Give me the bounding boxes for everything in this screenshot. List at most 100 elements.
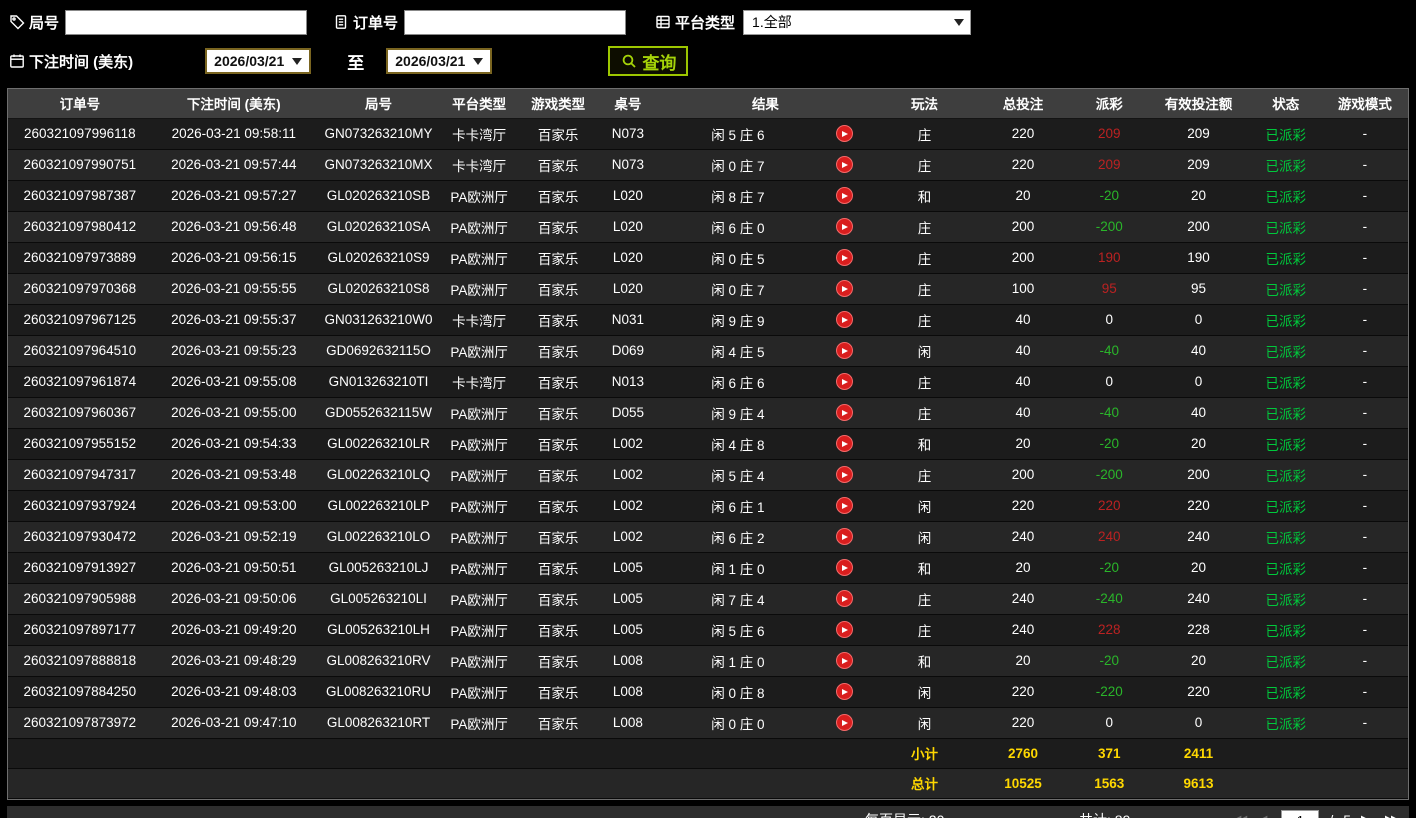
replay-button[interactable]: [835, 280, 853, 297]
table-no-cell: L020: [599, 211, 657, 243]
round-cell: GN073263210MX: [315, 149, 442, 181]
replay-button[interactable]: [835, 187, 853, 204]
replay-button[interactable]: [835, 435, 853, 452]
bet-cell: 40: [974, 366, 1072, 398]
result-text: 闲 6 庄 6: [711, 375, 765, 391]
round-filter-text: 局号: [29, 14, 60, 32]
table-row: 260321097884250 2026-03-21 09:48:03 GL0082…: [8, 676, 1408, 708]
grandtotal-row: 总计 10525 1563 9613: [8, 768, 1408, 799]
valid-cell: 95: [1147, 273, 1250, 305]
replay-button[interactable]: [835, 156, 853, 173]
bet-cell: 220: [974, 707, 1072, 739]
order-input[interactable]: [404, 9, 627, 35]
replay-button[interactable]: [835, 466, 853, 483]
round-filter-label: 局号: [8, 12, 59, 33]
status-cell: 已派彩: [1249, 676, 1322, 708]
replay-button[interactable]: [835, 497, 853, 514]
replay-button[interactable]: [835, 683, 853, 700]
last-page-icon[interactable]: ▶▶: [1385, 812, 1401, 818]
result-cell: 闲 4 庄 8: [656, 428, 875, 460]
next-page-icon[interactable]: ▶: [1361, 812, 1375, 818]
round-cell: GL002263210LQ: [315, 459, 442, 491]
valid-cell: 40: [1147, 335, 1250, 367]
page-number-input[interactable]: [1281, 810, 1320, 818]
replay-button[interactable]: [835, 559, 853, 576]
prev-page-icon[interactable]: ◀: [1257, 812, 1271, 818]
replay-button[interactable]: [835, 652, 853, 669]
bet-cell: 200: [974, 211, 1072, 243]
replay-button[interactable]: [835, 621, 853, 638]
platform-cell: PA欧洲厅: [441, 676, 518, 708]
result-cell: 闲 0 庄 8: [656, 676, 875, 708]
table-row: 260321097955152 2026-03-21 09:54:33 GL0022…: [8, 428, 1408, 460]
replay-button[interactable]: [835, 342, 853, 359]
platform-select[interactable]: 1.全部: [743, 9, 972, 35]
status-cell: 已派彩: [1249, 521, 1322, 553]
replay-button[interactable]: [835, 311, 853, 328]
table-no-cell: L002: [599, 490, 657, 522]
chevron-down-icon: [292, 57, 303, 65]
payout-cell: -40: [1071, 335, 1148, 367]
order-id-cell: 260321097973889: [8, 242, 152, 274]
order-id-cell: 260321097960367: [8, 397, 152, 429]
date-to-picker[interactable]: 2026/03/21: [386, 48, 493, 74]
round-input[interactable]: [65, 9, 308, 35]
payout-cell: -40: [1071, 397, 1148, 429]
game-cell: 百家乐: [517, 211, 600, 243]
column-header: 订单号: [8, 89, 152, 119]
valid-cell: 240: [1147, 521, 1250, 553]
replay-button[interactable]: [835, 404, 853, 421]
mode-cell: -: [1321, 552, 1408, 584]
date-from-picker[interactable]: 2026/03/21: [205, 48, 312, 74]
time-cell: 2026-03-21 09:52:19: [151, 521, 316, 553]
play-cell: 庄: [874, 459, 975, 491]
payout-cell: 209: [1071, 118, 1148, 150]
play-icon: [842, 626, 849, 633]
table-no-cell: L005: [599, 552, 657, 584]
total-count-value: 89: [1115, 812, 1131, 818]
result-cell: 闲 8 庄 7: [656, 180, 875, 212]
table-row: 260321097990751 2026-03-21 09:57:44 GN0732…: [8, 149, 1408, 181]
time-cell: 2026-03-21 09:50:51: [151, 552, 316, 584]
round-cell: GN031263210W0: [315, 304, 442, 336]
replay-button[interactable]: [835, 590, 853, 607]
replay-button[interactable]: [835, 125, 853, 142]
bet-cell: 100: [974, 273, 1072, 305]
replay-button[interactable]: [835, 249, 853, 266]
play-cell: 庄: [874, 614, 975, 646]
result-cell: 闲 0 庄 5: [656, 242, 875, 274]
first-page-icon[interactable]: ◀◀: [1231, 812, 1247, 818]
replay-button[interactable]: [835, 528, 853, 545]
round-cell: GL002263210LR: [315, 428, 442, 460]
replay-button[interactable]: [835, 218, 853, 235]
calendar-icon: [8, 53, 25, 70]
game-cell: 百家乐: [517, 242, 600, 274]
bet-cell: 40: [974, 304, 1072, 336]
table-no-cell: L002: [599, 459, 657, 491]
platform-cell: PA欧洲厅: [441, 428, 518, 460]
replay-button[interactable]: [835, 373, 853, 390]
valid-cell: 20: [1147, 180, 1250, 212]
mode-cell: -: [1321, 180, 1408, 212]
search-icon: [620, 53, 637, 70]
page-separator: /: [1329, 812, 1333, 818]
bet-cell: 20: [974, 645, 1072, 677]
play-icon: [842, 409, 849, 416]
result-text: 闲 0 庄 7: [711, 282, 765, 298]
status-cell: 已派彩: [1249, 428, 1322, 460]
replay-button[interactable]: [835, 714, 853, 731]
valid-cell: 228: [1147, 614, 1250, 646]
bet-cell: 20: [974, 552, 1072, 584]
game-cell: 百家乐: [517, 304, 600, 336]
table-no-cell: L020: [599, 180, 657, 212]
time-cell: 2026-03-21 09:55:37: [151, 304, 316, 336]
mode-cell: -: [1321, 304, 1408, 336]
time-cell: 2026-03-21 09:57:44: [151, 149, 316, 181]
time-cell: 2026-03-21 09:49:20: [151, 614, 316, 646]
play-icon: [842, 595, 849, 602]
query-button[interactable]: 查询: [608, 46, 689, 76]
platform-cell: 卡卡湾厅: [441, 304, 518, 336]
bet-time-label: 下注时间 (美东): [8, 51, 133, 72]
result-text: 闲 9 庄 9: [711, 313, 765, 329]
valid-cell: 220: [1147, 490, 1250, 522]
